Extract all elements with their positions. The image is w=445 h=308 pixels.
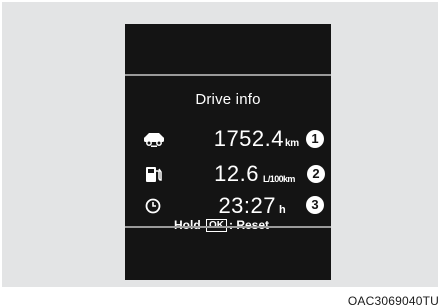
- car-distance-icon: [144, 133, 164, 147]
- drive-time-unit: h: [279, 204, 286, 216]
- cluster-frame: Drive info 1752.4 km 1 12.6 L/100km 2 23…: [2, 2, 438, 287]
- reset-label: : Reset: [229, 218, 270, 232]
- clock-icon: [145, 198, 161, 214]
- fuel-economy-row: 12.6 L/100km 2: [125, 161, 331, 187]
- top-separator: [125, 74, 331, 76]
- distance-unit: km: [285, 138, 299, 149]
- bottom-separator: [125, 226, 331, 228]
- hold-ok-reset-hint: Hold OK: Reset: [174, 218, 269, 232]
- cluster-display: Drive info 1752.4 km 1 12.6 L/100km 2 23…: [125, 24, 331, 280]
- callout-marker-2: 2: [307, 165, 325, 183]
- hold-label: Hold: [174, 218, 201, 232]
- drive-time-value: 23:27: [218, 193, 276, 218]
- fuel-economy-value: 12.6: [214, 161, 259, 186]
- drive-time-row: 23:27 h 3: [125, 193, 331, 219]
- figure-code: OAC3069040TU: [347, 294, 439, 308]
- drive-info-title: Drive info: [195, 91, 261, 108]
- callout-marker-1: 1: [306, 130, 324, 148]
- fuel-economy-unit: L/100km: [263, 174, 295, 184]
- distance-value: 1752.4: [213, 126, 284, 151]
- distance-row: 1752.4 km 1: [125, 126, 331, 152]
- callout-marker-3: 3: [306, 196, 324, 214]
- fuel-pump-icon: [146, 167, 162, 182]
